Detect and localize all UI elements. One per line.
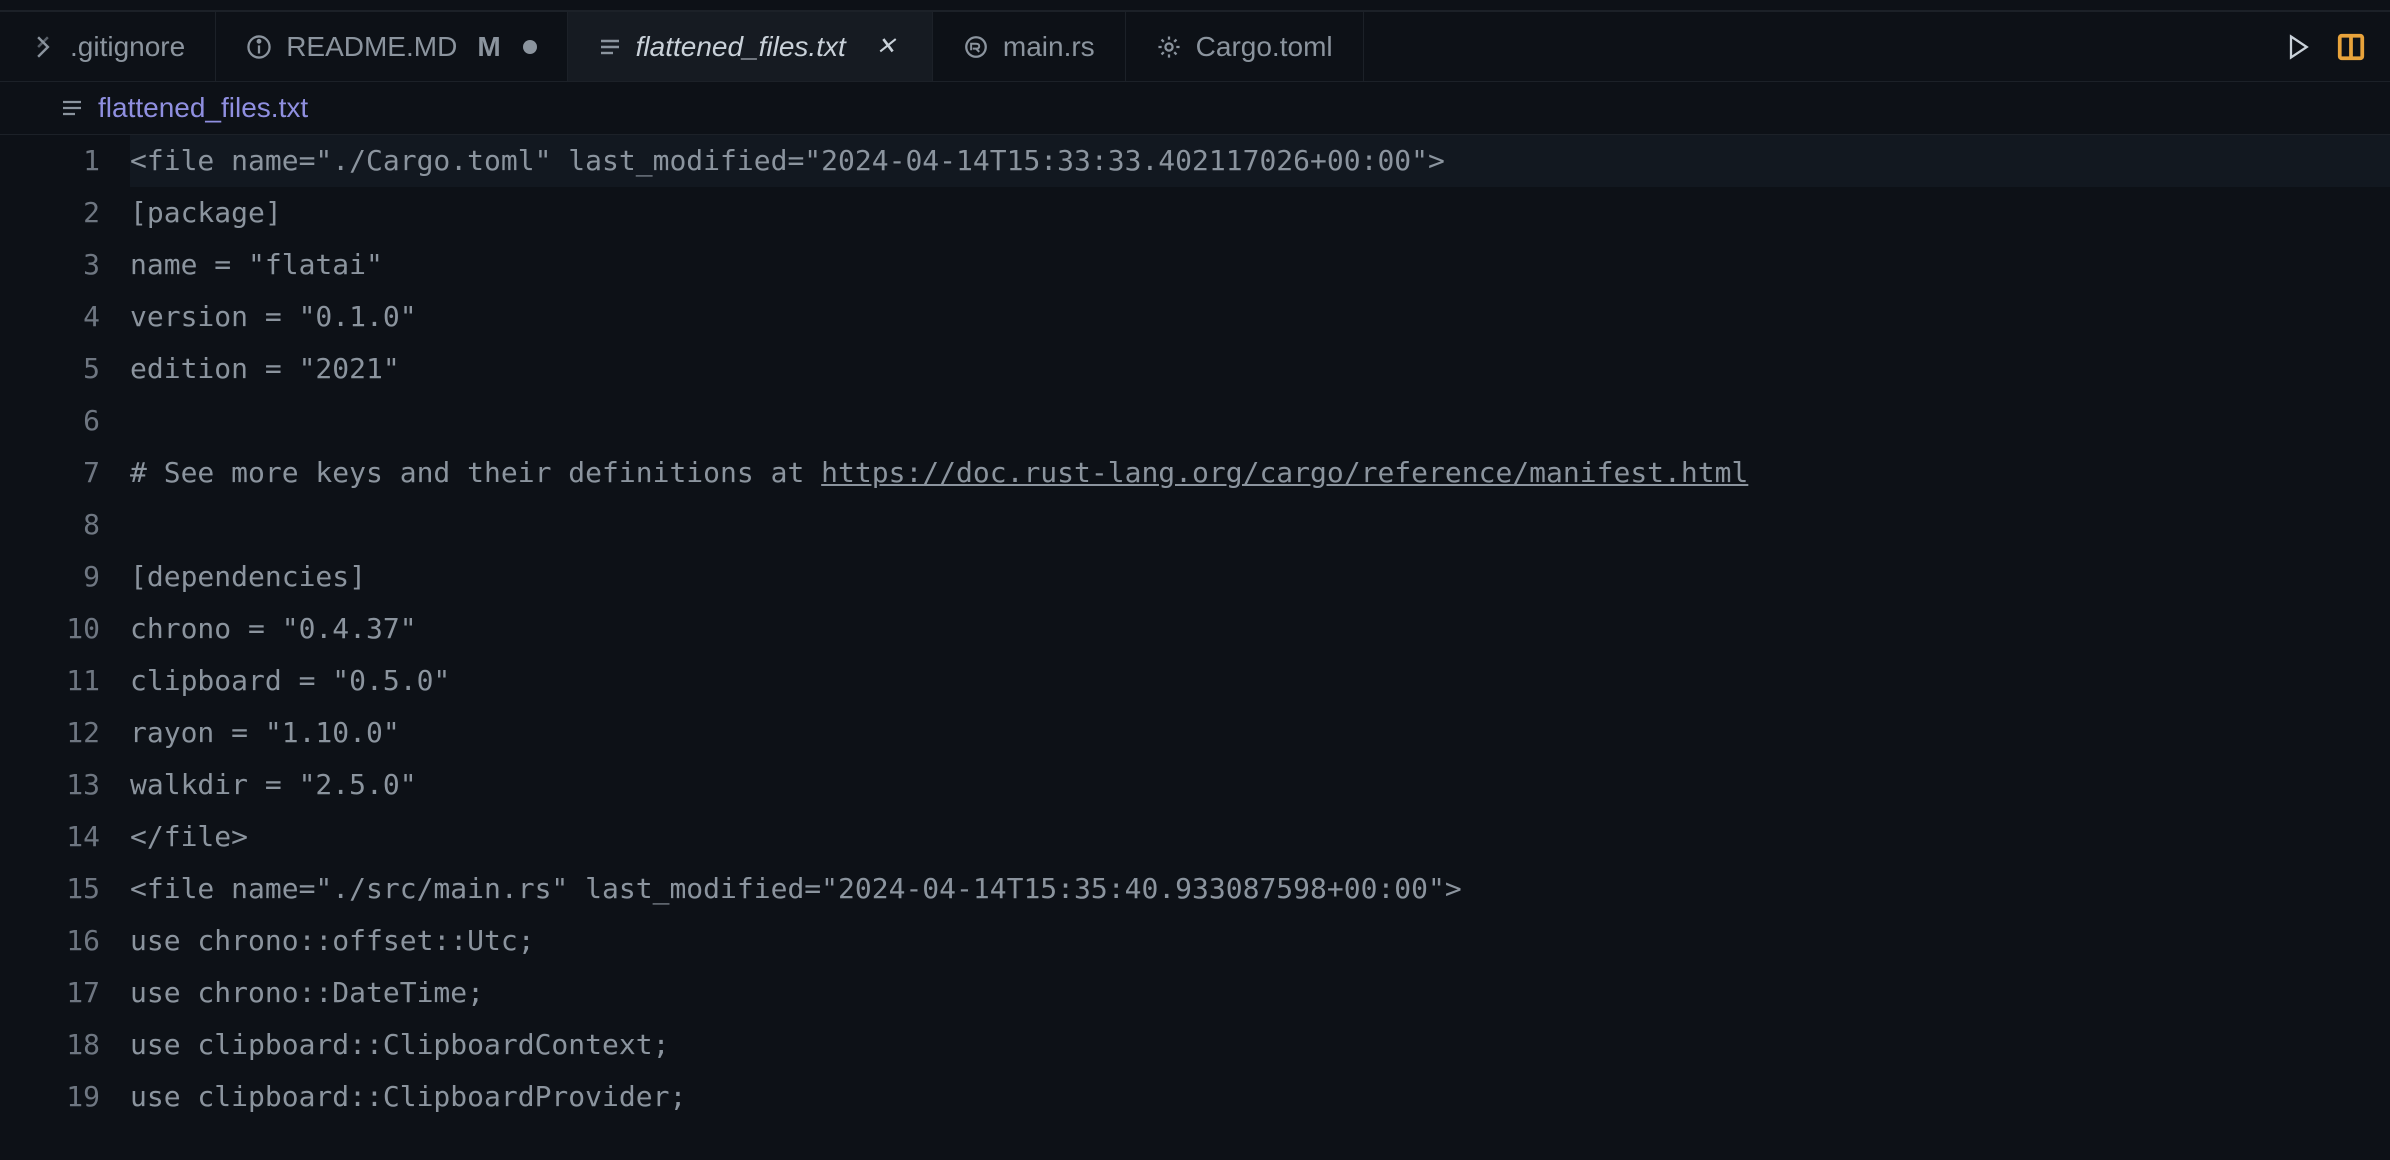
code-area[interactable]: <file name="./Cargo.toml" last_modified=… bbox=[130, 135, 2390, 1123]
breadcrumb: flattened_files.txt bbox=[0, 82, 2390, 135]
code-line[interactable] bbox=[130, 499, 2390, 551]
code-line[interactable]: use clipboard::ClipboardProvider; bbox=[130, 1071, 2390, 1123]
code-line[interactable]: use clipboard::ClipboardContext; bbox=[130, 1019, 2390, 1071]
code-line[interactable]: chrono = "0.4.37" bbox=[130, 603, 2390, 655]
code-line[interactable] bbox=[130, 395, 2390, 447]
close-icon[interactable]: ✕ bbox=[870, 30, 902, 63]
line-number: 19 bbox=[30, 1071, 100, 1123]
dirty-indicator bbox=[523, 40, 537, 54]
code-line[interactable]: version = "0.1.0" bbox=[130, 291, 2390, 343]
window-topbar bbox=[0, 0, 2390, 12]
layout-icon[interactable] bbox=[2336, 32, 2366, 62]
code-line[interactable]: use chrono::offset::Utc; bbox=[130, 915, 2390, 967]
editor: 12345678910111213141516171819 <file name… bbox=[0, 135, 2390, 1123]
line-number: 2 bbox=[30, 187, 100, 239]
tab-cargo-toml[interactable]: Cargo.toml bbox=[1126, 12, 1364, 81]
code-line[interactable]: rayon = "1.10.0" bbox=[130, 707, 2390, 759]
code-line[interactable]: walkdir = "2.5.0" bbox=[130, 759, 2390, 811]
line-number: 14 bbox=[30, 811, 100, 863]
code-line[interactable]: [package] bbox=[130, 187, 2390, 239]
line-number: 4 bbox=[30, 291, 100, 343]
manifest-link[interactable]: https://doc.rust-lang.org/cargo/referenc… bbox=[821, 456, 1748, 489]
tab-flattened-files-txt[interactable]: flattened_files.txt ✕ bbox=[568, 12, 933, 81]
line-number: 8 bbox=[30, 499, 100, 551]
line-number: 10 bbox=[30, 603, 100, 655]
tab-label: main.rs bbox=[1003, 31, 1095, 63]
tab-readme-md[interactable]: README.MD M bbox=[216, 12, 567, 81]
tab-status: M bbox=[477, 31, 500, 63]
code-line[interactable]: <file name="./Cargo.toml" last_modified=… bbox=[130, 135, 2390, 187]
tab-label: Cargo.toml bbox=[1196, 31, 1333, 63]
line-number: 6 bbox=[30, 395, 100, 447]
run-icon[interactable] bbox=[2284, 33, 2312, 61]
line-number: 17 bbox=[30, 967, 100, 1019]
tabs-row: .gitignore README.MD Mflattened_files.txt ✕… bbox=[0, 12, 2390, 82]
line-number: 3 bbox=[30, 239, 100, 291]
line-number: 11 bbox=[30, 655, 100, 707]
code-line[interactable]: [dependencies] bbox=[130, 551, 2390, 603]
rust-icon bbox=[963, 34, 989, 60]
lines-icon bbox=[60, 96, 84, 120]
diff-icon bbox=[30, 34, 56, 60]
gutter: 12345678910111213141516171819 bbox=[0, 135, 130, 1123]
tab-main-rs[interactable]: main.rs bbox=[933, 12, 1126, 81]
tab-label: flattened_files.txt bbox=[636, 31, 846, 63]
line-number: 1 bbox=[30, 135, 100, 187]
code-line[interactable]: edition = "2021" bbox=[130, 343, 2390, 395]
line-number: 16 bbox=[30, 915, 100, 967]
line-number: 7 bbox=[30, 447, 100, 499]
code-line[interactable]: <file name="./src/main.rs" last_modified… bbox=[130, 863, 2390, 915]
info-icon bbox=[246, 34, 272, 60]
code-line[interactable]: use chrono::DateTime; bbox=[130, 967, 2390, 1019]
lines-icon bbox=[598, 35, 622, 59]
line-number: 18 bbox=[30, 1019, 100, 1071]
line-number: 12 bbox=[30, 707, 100, 759]
code-line[interactable]: clipboard = "0.5.0" bbox=[130, 655, 2390, 707]
line-number: 13 bbox=[30, 759, 100, 811]
tab--gitignore[interactable]: .gitignore bbox=[0, 12, 216, 81]
breadcrumb-label[interactable]: flattened_files.txt bbox=[98, 92, 308, 124]
line-number: 9 bbox=[30, 551, 100, 603]
gear-icon bbox=[1156, 34, 1182, 60]
tab-actions bbox=[2260, 32, 2390, 62]
code-line[interactable]: name = "flatai" bbox=[130, 239, 2390, 291]
tab-label: README.MD bbox=[286, 31, 457, 63]
code-line[interactable]: </file> bbox=[130, 811, 2390, 863]
line-number: 5 bbox=[30, 343, 100, 395]
tab-label: .gitignore bbox=[70, 31, 185, 63]
code-line[interactable]: # See more keys and their definitions at… bbox=[130, 447, 2390, 499]
line-number: 15 bbox=[30, 863, 100, 915]
